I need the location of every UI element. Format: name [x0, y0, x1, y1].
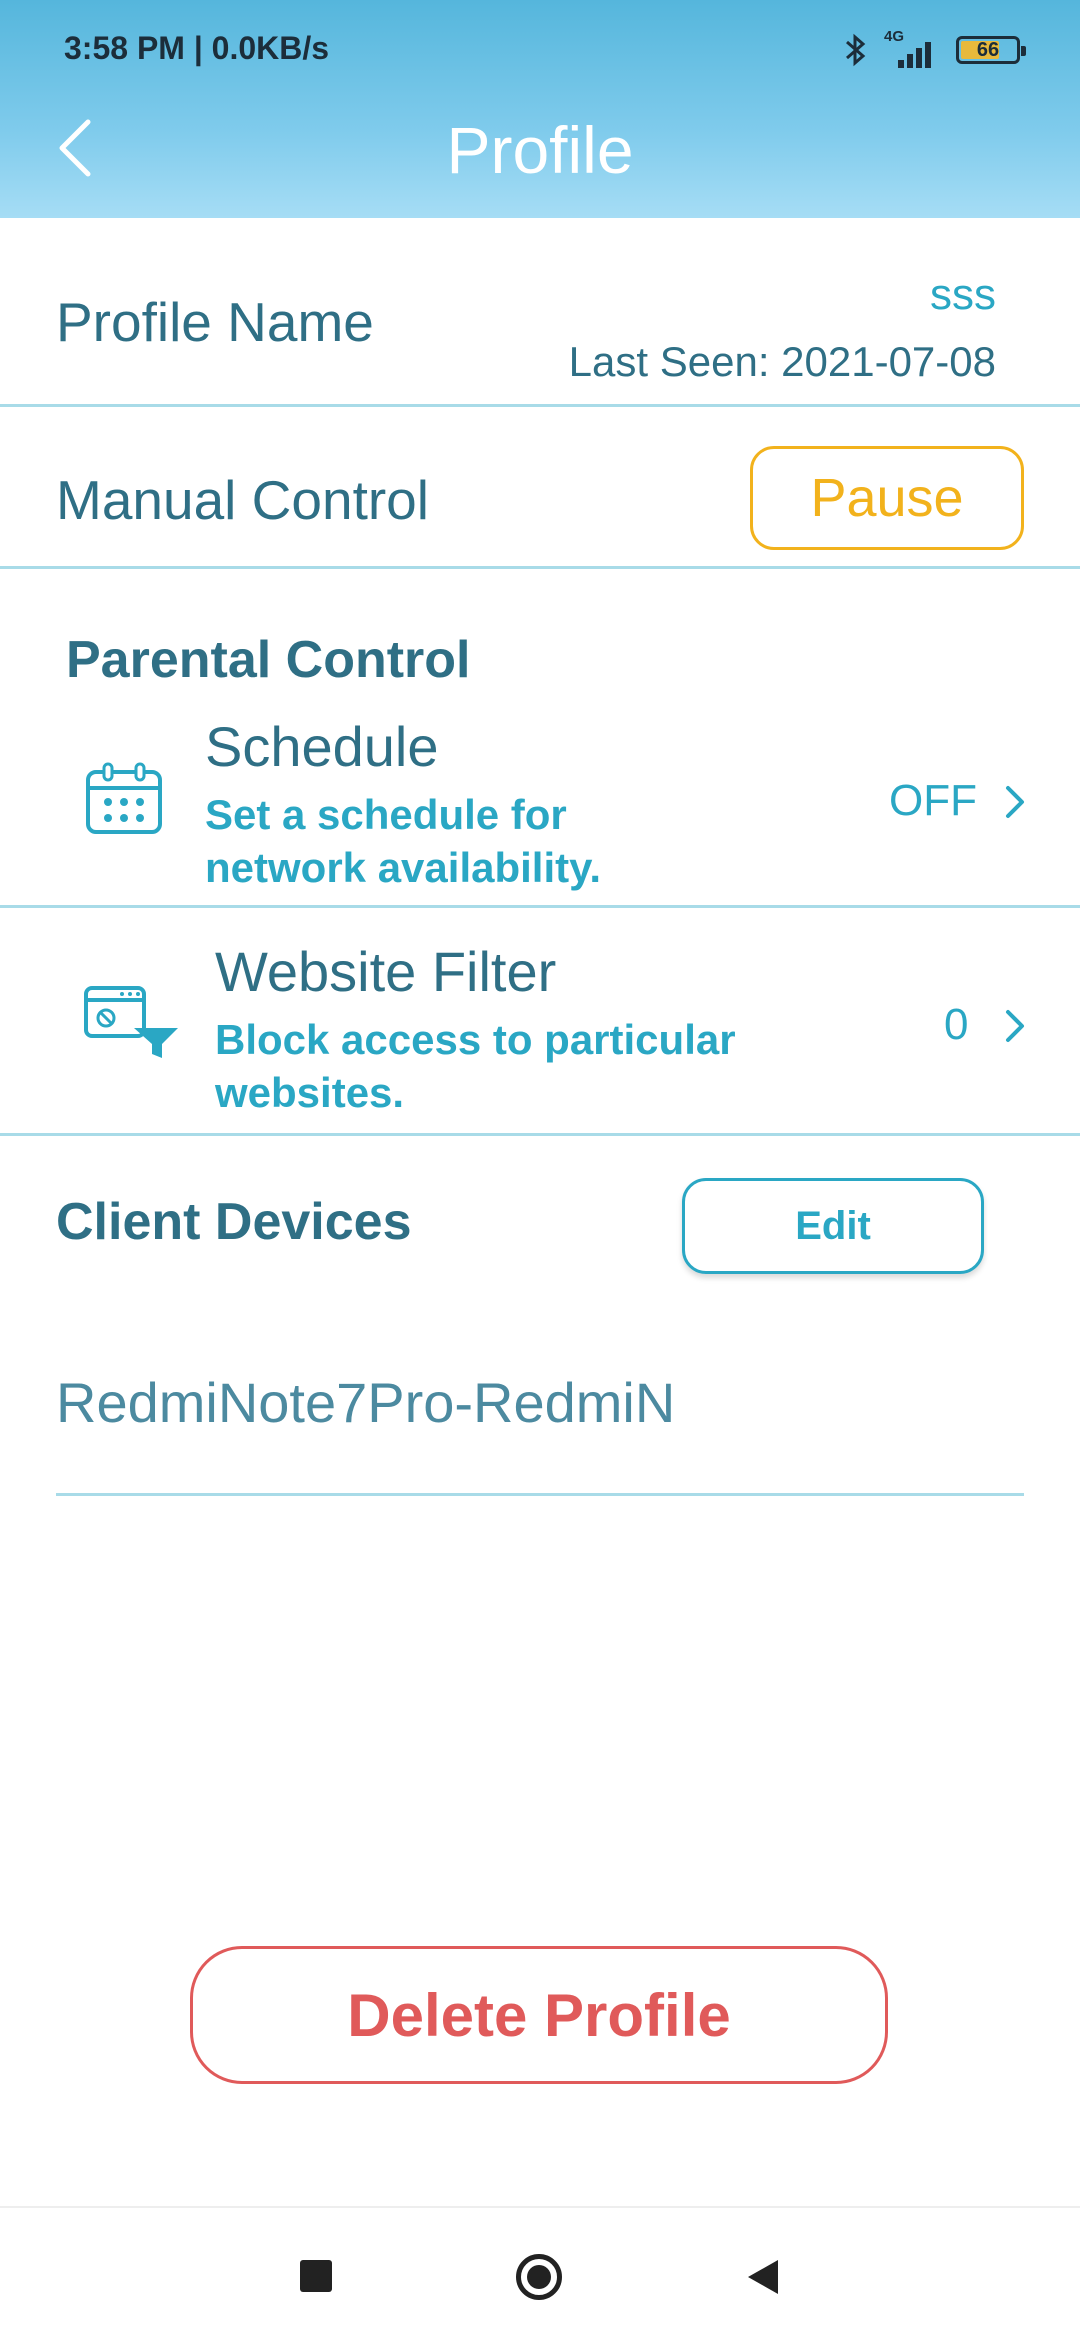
last-seen-text: Last Seen: 2021-07-08 [568, 338, 996, 385]
battery-icon: 66 [956, 36, 1026, 64]
divider [56, 1493, 1024, 1496]
website-filter-count: 0 [944, 1000, 969, 1049]
calendar-icon [86, 762, 162, 834]
website-filter-row[interactable]: Website Filter Block access to particula… [0, 908, 1080, 1133]
signal-icon: 4G [884, 28, 940, 68]
network-type: 4G [884, 28, 905, 45]
system-navigation-bar [0, 2206, 1080, 2342]
client-devices-title: Client Devices [56, 1193, 412, 1251]
schedule-title: Schedule [205, 715, 439, 778]
battery-level: 66 [976, 38, 1000, 61]
bluetooth-icon [846, 33, 866, 67]
manual-control-label: Manual Control [56, 469, 429, 531]
schedule-row[interactable]: Schedule Set a schedule for network avai… [0, 700, 1080, 905]
profile-name-value[interactable]: sss [930, 270, 996, 320]
back-triangle-icon[interactable] [744, 2258, 780, 2296]
client-device-item[interactable]: RedmiNote7Pro-RedmiN [56, 1370, 675, 1435]
page-title: Profile [446, 113, 634, 187]
status-icons: 4G 66 [844, 28, 1026, 72]
chevron-right-icon [1006, 1010, 1024, 1042]
app-header: 3:58 PM | 0.0KB/s 4G 66 Profile [0, 0, 1080, 218]
recent-apps-button[interactable] [300, 2260, 332, 2292]
schedule-subtitle-line2: network availability. [205, 844, 602, 891]
website-filter-subtitle-line1: Block access to particular [215, 1016, 736, 1063]
schedule-subtitle-line1: Set a schedule for [205, 791, 567, 838]
divider [0, 404, 1080, 407]
website-filter-icon [84, 986, 178, 1058]
divider [0, 1133, 1080, 1136]
schedule-status: OFF [889, 776, 977, 825]
pause-button[interactable]: Pause [750, 446, 1024, 550]
delete-profile-button[interactable]: Delete Profile [190, 1946, 888, 2084]
home-button[interactable] [516, 2254, 562, 2300]
chevron-right-icon [1006, 786, 1024, 818]
profile-name-label: Profile Name [56, 291, 374, 353]
edit-devices-button[interactable]: Edit [682, 1178, 984, 1274]
status-time: 3:58 PM | 0.0KB/s [64, 30, 330, 66]
website-filter-title: Website Filter [215, 940, 557, 1003]
website-filter-subtitle-line2: websites. [215, 1069, 405, 1116]
divider [0, 566, 1080, 569]
parental-control-title: Parental Control [66, 631, 471, 689]
